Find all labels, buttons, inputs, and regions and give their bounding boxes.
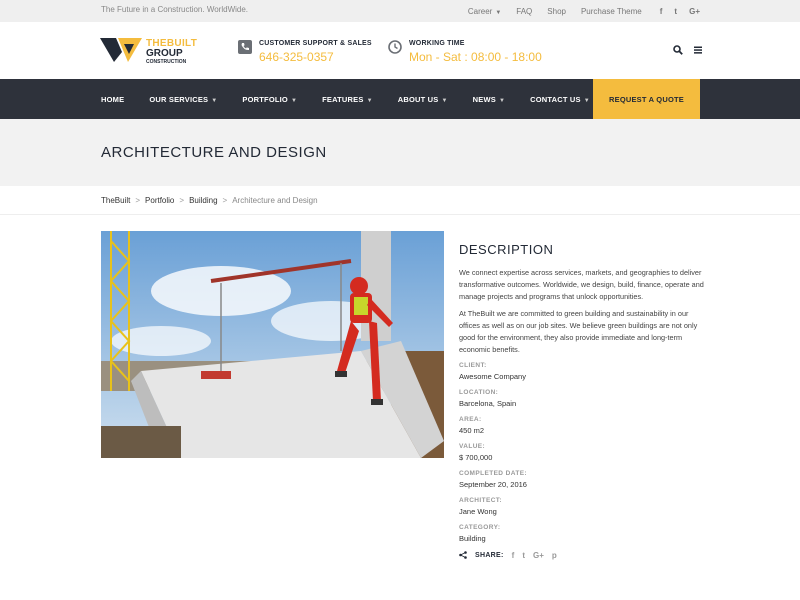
twitter-icon[interactable]: t [674,7,677,16]
chevron-down-icon: ▼ [583,97,590,104]
share-bar: SHARE: f t G+ p [459,551,704,560]
facebook-icon[interactable]: f [660,7,663,16]
detail-value-location: Barcelona, Spain [459,398,517,408]
detail-label-area: AREA: [459,415,482,423]
detail-value-category: Building [459,533,486,543]
tagline: The Future in a Construction. WorldWide. [101,5,249,14]
google-plus-share-icon[interactable]: G+ [533,551,544,560]
breadcrumb-separator: > [135,196,141,205]
twitter-share-icon[interactable]: t [522,551,525,560]
chevron-down-icon: ▼ [498,97,506,104]
breadcrumb-separator: > [179,196,185,205]
detail-label-location: LOCATION: [459,388,499,396]
top-links: Career ▼ FAQ Shop Purchase Theme f t G+ [453,0,700,22]
chevron-down-icon: ▼ [366,97,373,104]
nav-home[interactable]: HOME [101,95,124,104]
header-actions [673,45,703,55]
google-plus-icon[interactable]: G+ [689,7,700,16]
project-details: CLIENT: Awesome Company LOCATION: Barcel… [459,362,704,543]
detail-value-client: Awesome Company [459,371,526,381]
support-phone[interactable]: 646-325-0357 [259,50,334,64]
search-icon[interactable] [673,45,683,55]
hours-label: WORKING TIME [409,40,465,47]
share-icon [459,551,467,559]
project-description: DESCRIPTION We connect expertise across … [459,242,704,560]
description-paragraph-2: At TheBuilt we are committed to green bu… [459,309,698,354]
detail-label-client: CLIENT: [459,361,487,369]
brand-line-3: CONSTRUCTION [146,59,187,65]
nav-portfolio[interactable]: PORTFOLIO ▼ [242,95,297,104]
description-paragraph-1: We connect expertise across services, ma… [459,268,704,301]
nav-our-services[interactable]: OUR SERVICES ▼ [149,95,217,104]
detail-value-architect: Jane Wong [459,506,497,516]
top-link-faq[interactable]: FAQ [516,7,532,16]
share-label: SHARE: [475,551,504,559]
detail-value-area: 450 m2 [459,425,485,435]
clock-icon [388,40,402,54]
phone-icon [238,40,252,54]
chevron-down-icon: ▼ [211,97,218,104]
main-nav: HOME OUR SERVICES ▼ PORTFOLIO ▼ FEATURES ▼ … [0,79,800,119]
detail-value-completed-date: September 20, 2016 [459,479,527,489]
pinterest-share-icon[interactable]: p [552,551,557,560]
nav-about-us[interactable]: ABOUT US ▼ [398,95,448,104]
chevron-down-icon: ▼ [495,9,502,16]
request-quote-button[interactable]: REQUEST A QUOTE [593,79,700,119]
nav-news[interactable]: NEWS ▼ [473,95,505,104]
logo-mark-icon [100,38,142,62]
breadcrumb-home[interactable]: TheBuilt [101,196,130,205]
hours-value: Mon - Sat : 08:00 - 18:00 [409,50,542,64]
detail-label-value: VALUE: [459,442,486,450]
breadcrumb: TheBuilt > Portfolio > Building > Archit… [0,186,800,215]
top-link-purchase-theme[interactable]: Purchase Theme [581,7,642,16]
menu-icon[interactable] [693,45,703,55]
nav-contact-us[interactable]: CONTACT US ▼ [530,95,590,104]
brand-line-2: GROUP [146,48,183,59]
detail-label-category: CATEGORY: [459,523,501,531]
chevron-down-icon: ▼ [290,97,298,104]
top-bar: The Future in a Construction. WorldWide.… [0,0,800,22]
top-link-career[interactable]: Career ▼ [468,7,501,16]
support-label: CUSTOMER SUPPORT & SALES [259,40,372,47]
top-link-shop[interactable]: Shop [547,7,566,16]
detail-label-architect: ARCHITECT: [459,496,502,504]
breadcrumb-separator: > [222,196,228,205]
detail-label-completed-date: COMPLETED DATE: [459,469,527,477]
chevron-down-icon: ▼ [441,97,448,104]
breadcrumb-building[interactable]: Building [189,196,217,205]
page-title-bar: ARCHITECTURE AND DESIGN [0,119,800,186]
breadcrumb-current: Architecture and Design [232,196,318,205]
logo[interactable]: THEBUILT GROUP CONSTRUCTION [100,38,210,65]
nav-features[interactable]: FEATURES ▼ [322,95,373,104]
project-photo [101,231,444,458]
detail-value-value: $ 700,000 [459,452,493,462]
site-header: THEBUILT GROUP CONSTRUCTION CUSTOMER SUP… [0,22,800,79]
breadcrumb-portfolio[interactable]: Portfolio [145,196,174,205]
description-heading: DESCRIPTION [459,242,554,257]
facebook-share-icon[interactable]: f [512,551,515,560]
page-title: ARCHITECTURE AND DESIGN [101,144,327,161]
